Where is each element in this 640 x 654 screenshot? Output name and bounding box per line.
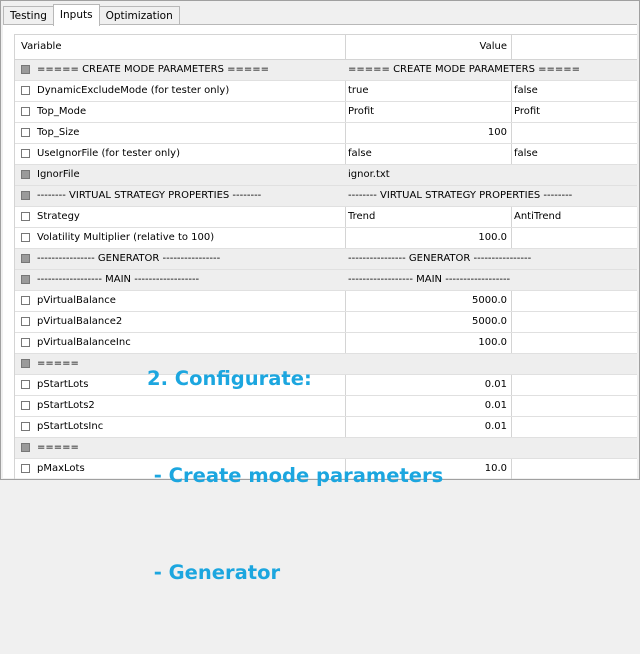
value-cell[interactable]: Trend [348,211,375,222]
annotation-line-1: 2. Configurate: [147,367,312,390]
value-cell[interactable]: -------- VIRTUAL STRATEGY PROPERTIES ---… [348,190,572,201]
row-checkbox[interactable] [21,275,30,284]
variable-name: Volatility Multiplier (relative to 100) [37,232,215,243]
row-checkbox[interactable] [21,191,30,200]
annotation-line-2: - Create mode parameters [147,464,444,487]
variable-name: pMaxLots [37,463,85,474]
table-row[interactable]: IgnorFile ignor.txt [15,165,637,186]
row-checkbox[interactable] [21,254,30,263]
variable-name: pStartLots [37,379,89,390]
tab-testing[interactable]: Testing [3,6,54,25]
row-checkbox[interactable] [21,317,30,326]
row-checkbox[interactable] [21,401,30,410]
table-row[interactable]: ===== CREATE MODE PARAMETERS ===== ===== … [15,60,637,81]
row-checkbox[interactable] [21,107,30,116]
row-checkbox[interactable] [21,149,30,158]
row-checkbox[interactable] [21,170,30,179]
variable-name: ===== [37,442,79,453]
variable-name: ------------------ MAIN ----------------… [37,274,200,285]
value-cell[interactable]: ---------------- GENERATOR -------------… [348,253,531,264]
annotation-line-3: - Generator [147,561,281,584]
extra-value-cell[interactable]: AntiTrend [514,211,561,222]
table-row[interactable]: Top_Size 100 [15,123,637,144]
value-cell[interactable]: ===== CREATE MODE PARAMETERS ===== [348,64,580,75]
value-cell[interactable]: ------------------ MAIN ----------------… [348,274,510,285]
variable-name: ---------------- GENERATOR -------------… [37,253,221,264]
table-row[interactable]: DynamicExcludeMode (for tester only) true… [15,81,637,102]
table-row[interactable]: Volatility Multiplier (relative to 100) 1… [15,228,637,249]
row-checkbox[interactable] [21,65,30,74]
variable-name: Strategy [37,211,80,222]
header-value[interactable]: Value [15,41,507,52]
table-row[interactable]: -------- VIRTUAL STRATEGY PROPERTIES ---… [15,186,637,207]
extra-value-cell[interactable]: false [514,148,538,159]
table-row[interactable]: Strategy Trend AntiTrend [15,207,637,228]
value-cell[interactable]: Profit [348,106,374,117]
variable-name: pStartLots2 [37,400,95,411]
tab-inputs[interactable]: Inputs [52,4,100,26]
row-checkbox[interactable] [21,296,30,305]
value-cell[interactable]: 100.0 [348,232,507,243]
row-checkbox[interactable] [21,464,30,473]
value-cell[interactable]: true [348,85,369,96]
variable-name: pVirtualBalance [37,295,116,306]
variable-name: pVirtualBalance2 [37,316,123,327]
row-checkbox[interactable] [21,380,30,389]
table-row[interactable]: ------------------ MAIN ----------------… [15,270,637,291]
variable-name: ===== [37,358,79,369]
variable-name: DynamicExcludeMode (for tester only) [37,85,230,96]
value-cell[interactable]: 100 [348,127,507,138]
variable-name: pStartLotsInc [37,421,104,432]
table-row[interactable]: ---------------- GENERATOR -------------… [15,249,637,270]
variable-name: Top_Size [37,127,80,138]
value-cell[interactable]: ignor.txt [348,169,390,180]
extra-value-cell[interactable]: Profit [514,106,540,117]
inputs-dialog: Testing Inputs Optimization Variable Val… [0,0,640,584]
variable-name: -------- VIRTUAL STRATEGY PROPERTIES ---… [37,190,262,201]
extra-value-cell[interactable]: false [514,85,538,96]
row-checkbox[interactable] [21,128,30,137]
table-row[interactable]: Top_Mode Profit Profit [15,102,637,123]
annotation-overlay: 2. Configurate: - Create mode parameters… [147,299,443,654]
value-cell[interactable]: false [348,148,372,159]
table-row[interactable]: UseIgnorFile (for tester only) false false [15,144,637,165]
tab-optimization[interactable]: Optimization [98,6,180,25]
row-checkbox[interactable] [21,422,30,431]
grid-header: Variable Value [15,35,637,60]
tab-bar: Testing Inputs Optimization [3,4,180,26]
variable-name: pVirtualBalanceInc [37,337,131,348]
row-checkbox[interactable] [21,443,30,452]
variable-name: UseIgnorFile (for tester only) [37,148,180,159]
variable-name: Top_Mode [37,106,87,117]
row-checkbox[interactable] [21,338,30,347]
row-checkbox[interactable] [21,86,30,95]
variable-name: IgnorFile [37,169,80,180]
row-checkbox[interactable] [21,212,30,221]
variable-name: ===== CREATE MODE PARAMETERS ===== [37,64,270,75]
row-checkbox[interactable] [21,359,30,368]
row-checkbox[interactable] [21,233,30,242]
